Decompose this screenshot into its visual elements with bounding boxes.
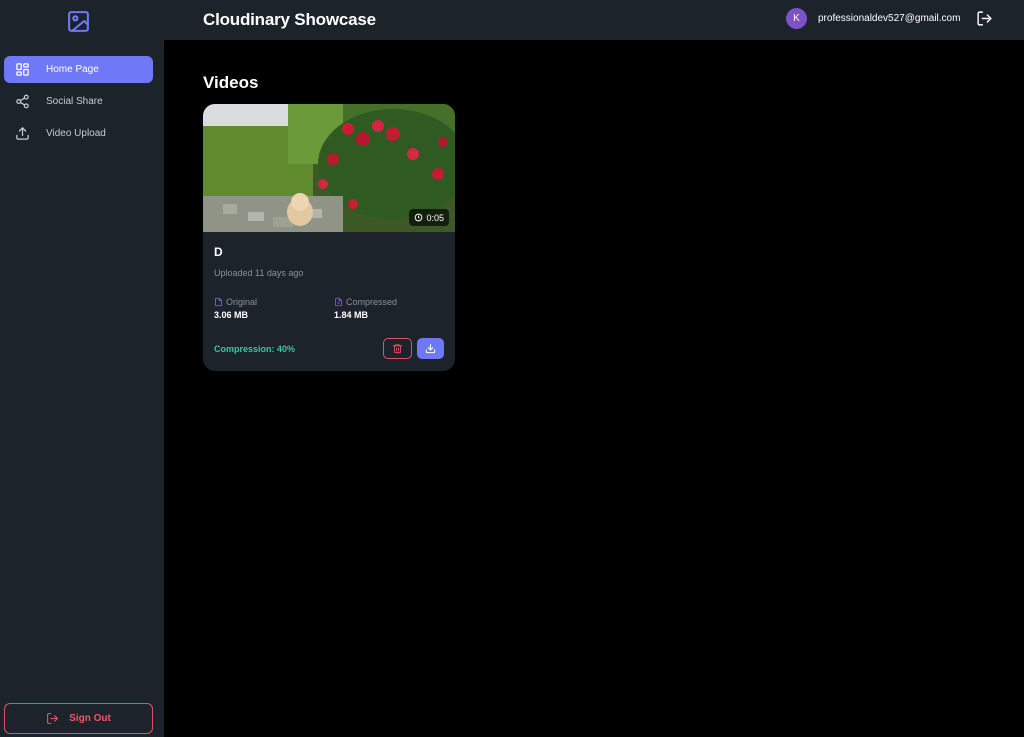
compressed-size: Compressed 1.84 MB xyxy=(334,297,397,320)
video-card[interactable]: 0:05 D Uploaded 11 days ago Original 3.0… xyxy=(203,104,455,371)
upload-date: Uploaded 11 days ago xyxy=(214,268,304,278)
original-size-value: 3.06 MB xyxy=(214,310,249,320)
sidebar-item-label: Home Page xyxy=(46,64,99,75)
page-title: Videos xyxy=(203,73,259,92)
file-archive-icon xyxy=(335,297,342,307)
top-bar: Cloudinary Showcase K professionaldev527… xyxy=(164,0,1024,40)
image-logo-icon[interactable] xyxy=(66,9,91,34)
grid-icon xyxy=(15,62,30,77)
sidebar-item-social-share[interactable]: Social Share xyxy=(4,88,153,115)
upload-icon xyxy=(15,126,30,141)
clock-icon xyxy=(415,213,423,222)
delete-button[interactable] xyxy=(383,338,412,359)
duration-badge: 0:05 xyxy=(409,209,449,226)
logout-icon[interactable] xyxy=(976,10,993,27)
download-button[interactable] xyxy=(417,338,444,359)
sidebar-item-label: Social Share xyxy=(46,96,103,107)
download-icon xyxy=(425,343,436,354)
sign-out-icon xyxy=(47,713,59,724)
compressed-label: Compressed xyxy=(346,297,398,307)
share-icon xyxy=(15,94,30,109)
sign-out-label: Sign Out xyxy=(69,713,111,724)
original-label: Original xyxy=(226,297,258,307)
sidebar-item-home-page[interactable]: Home Page xyxy=(4,56,153,83)
trash-icon xyxy=(392,344,403,354)
compression-rate: Compression: 40% xyxy=(214,344,296,354)
video-title: D xyxy=(214,245,223,259)
app-title[interactable]: Cloudinary Showcase xyxy=(203,10,376,30)
avatar[interactable]: K xyxy=(786,8,807,29)
user-email: professionaldev527@gmail.com xyxy=(818,13,961,24)
file-icon xyxy=(215,297,222,307)
sidebar-item-label: Video Upload xyxy=(46,128,106,139)
original-size: Original 3.06 MB xyxy=(214,297,257,320)
duration-text: 0:05 xyxy=(426,212,444,223)
sign-out-button[interactable]: Sign Out xyxy=(4,703,153,734)
video-thumbnail[interactable]: 0:05 xyxy=(203,104,455,232)
sidebar-item-video-upload[interactable]: Video Upload xyxy=(4,120,153,147)
sidebar-nav: Home Page Social Share Video Upload xyxy=(4,56,153,152)
sidebar: Home Page Social Share Video Upload Sign… xyxy=(0,0,164,737)
compressed-size-value: 1.84 MB xyxy=(334,310,369,320)
